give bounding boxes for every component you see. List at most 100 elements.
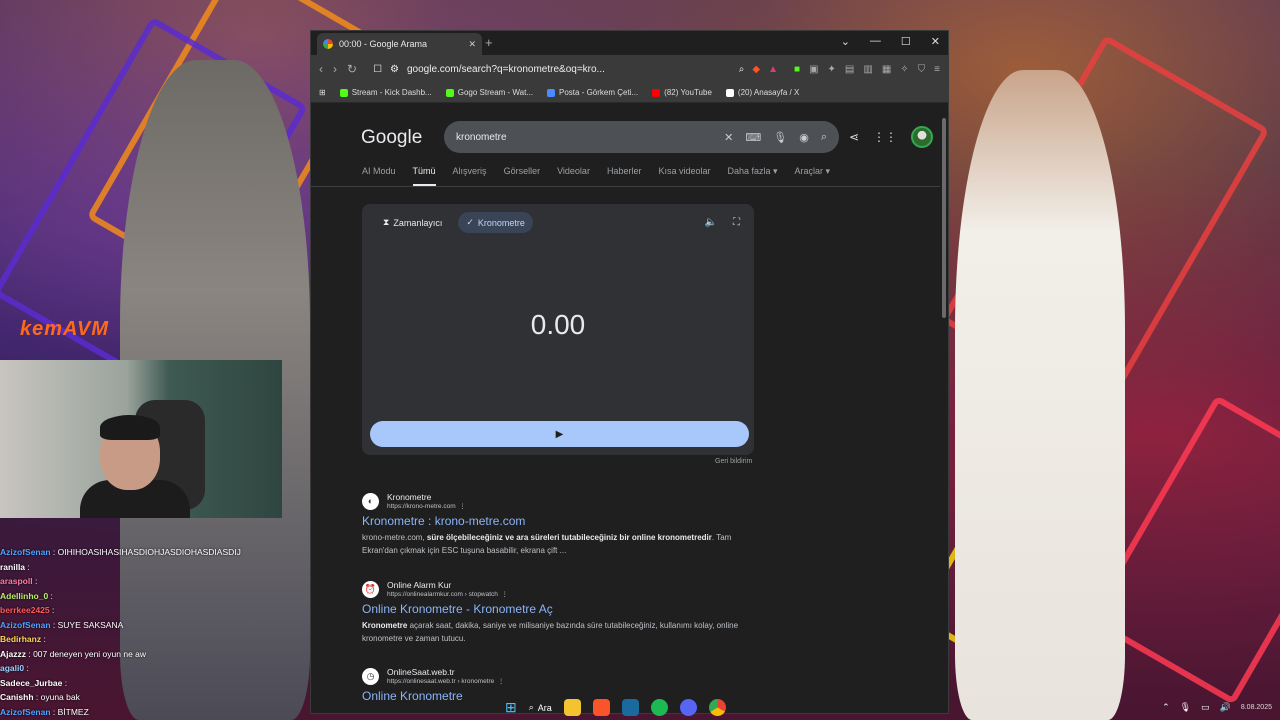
chat-message: Bedirhanz : [0, 634, 46, 644]
shield-icon[interactable]: ⛉ [918, 64, 926, 75]
steam-icon[interactable] [621, 699, 639, 716]
keyboard-icon[interactable]: ⌨ [745, 131, 761, 144]
file-explorer-icon[interactable] [563, 699, 581, 716]
site-info-icon[interactable]: ⚙ [390, 64, 399, 75]
bookmark-item[interactable]: Stream - Kick Dashb... [339, 88, 432, 97]
display-icon[interactable]: ▭ [1201, 702, 1210, 713]
forward-icon[interactable]: › [333, 62, 337, 76]
search-tab[interactable]: Kısa videolar [658, 166, 710, 186]
minimize-icon[interactable]: — [870, 35, 881, 48]
bookmark-item[interactable]: Posta - Görkem Çeti... [547, 88, 638, 97]
search-tab[interactable]: Daha fazla ▾ [727, 166, 777, 186]
google-logo[interactable]: Google [361, 127, 422, 149]
close-tab-icon[interactable]: ✕ [468, 39, 476, 50]
search-tab[interactable]: Haberler [607, 166, 642, 186]
chat-username[interactable]: Ajazzz [0, 649, 26, 659]
extension-icon[interactable]: ▣ [809, 64, 818, 75]
sound-icon[interactable]: 🔈 [705, 217, 717, 228]
search-result: ◷ OnlineSaat.web.tr https://onlinesaat.web… [362, 667, 762, 703]
extension-green-icon[interactable]: ■ [794, 64, 800, 75]
vpn-icon[interactable]: ▦ [882, 64, 891, 75]
search-tab[interactable]: Videolar [557, 166, 590, 186]
back-icon[interactable]: ‹ [319, 62, 323, 76]
start-button[interactable]: ▶ [370, 421, 749, 447]
chat-username[interactable]: agali0 [0, 663, 24, 673]
microphone-icon[interactable]: 🎙 [1180, 702, 1191, 713]
chat-username[interactable]: ranilla [0, 562, 25, 572]
leo-icon[interactable]: ✧ [900, 64, 908, 75]
lens-icon[interactable]: ◉ [799, 131, 809, 144]
tab-list-icon[interactable]: ⌄ [841, 35, 850, 48]
bookmark-item[interactable]: Gogo Stream - Wat... [445, 88, 533, 97]
microphone-icon[interactable]: 🎙 [773, 131, 787, 144]
brave-shields-icon[interactable]: ◆ [752, 64, 760, 75]
result-header[interactable]: ◐ Kronometre https://krono-metre.com ⋮ [362, 492, 762, 510]
result-site-name: OnlineSaat.web.tr [387, 667, 455, 677]
tab-timer[interactable]: ⧗ Zamanlayıcı [375, 212, 450, 233]
chat-username[interactable]: Bedirhanz [0, 634, 41, 644]
extensions-puzzle-icon[interactable]: ✦ [828, 64, 836, 75]
bookmark-item[interactable]: (82) YouTube [652, 88, 712, 97]
stopwatch-time: 0.00 [530, 309, 586, 340]
spotify-icon[interactable] [650, 699, 668, 716]
tab-timer-label: Zamanlayıcı [393, 217, 443, 228]
discord-icon[interactable] [679, 699, 697, 716]
chat-username[interactable]: Canishh [0, 692, 34, 702]
avatar[interactable] [911, 126, 933, 148]
page-scrollbar[interactable] [940, 104, 948, 713]
chat-text: oyuna bak [40, 692, 80, 702]
fullscreen-icon[interactable]: ⛶ [733, 217, 740, 228]
tab-stopwatch[interactable]: ✓ Kronometre [458, 212, 533, 233]
feedback-link[interactable]: Geri bildirim [715, 458, 752, 465]
search-icon[interactable]: ⌕ [821, 131, 827, 144]
scrollbar-thumb[interactable] [942, 118, 946, 318]
maximize-icon[interactable]: ☐ [901, 35, 911, 48]
taskbar-search[interactable]: ⌕ Ara [529, 702, 552, 713]
chat-username[interactable]: araspoll [0, 576, 33, 586]
tray-date[interactable]: 8.08.2025 [1241, 704, 1272, 711]
share-icon[interactable]: ⋖ [849, 130, 859, 144]
apps-grid-icon[interactable]: ⊞ [319, 88, 326, 97]
result-favicon-icon: ⏰ [362, 580, 379, 598]
reload-icon[interactable]: ↻ [347, 62, 357, 76]
result-header[interactable]: ◷ OnlineSaat.web.tr https://onlinesaat.web… [362, 667, 762, 685]
bookmark-icon[interactable]: ☐ [373, 64, 382, 75]
bookmark-item[interactable]: (20) Anasayfa / X [725, 88, 799, 97]
wallet-icon[interactable]: ▤ [845, 64, 854, 75]
google-apps-icon[interactable]: ⋮⋮ [873, 130, 897, 144]
search-tab[interactable]: Alışveriş [453, 166, 487, 186]
system-tray: ⌃ 🎙 ▭ 🔊 8.08.2025 [1140, 694, 1280, 720]
chat-username[interactable]: Sadece_Jurbae [0, 678, 62, 688]
close-window-icon[interactable]: ✕ [931, 35, 940, 48]
volume-icon[interactable]: 🔊 [1220, 702, 1231, 713]
tray-chevron-icon[interactable]: ⌃ [1162, 702, 1170, 713]
brave-rewards-icon[interactable]: ▲ [768, 64, 778, 75]
chrome-icon[interactable] [708, 699, 726, 716]
menu-icon[interactable]: ≡ [934, 64, 940, 75]
clear-icon[interactable]: ✕ [724, 131, 733, 144]
chat-username[interactable]: berrkee2425 [0, 605, 50, 615]
check-icon: ✓ [466, 217, 474, 227]
search-tab[interactable]: AI Modu [362, 166, 396, 186]
chat-username[interactable]: Adellinho_0 [0, 591, 48, 601]
search-tab[interactable]: Tümü [412, 166, 436, 186]
result-title-link[interactable]: Kronometre : krono-metre.com [362, 514, 762, 528]
chat-text: OIHIHOASIHASIHASDIOHJASDIOHASDIASDIJ [57, 547, 241, 557]
chat-username[interactable]: AzizofSenan [0, 620, 51, 630]
result-title-link[interactable]: Online Kronometre - Kronometre Aç [362, 602, 762, 616]
extension-icons: ■ ▣ ✦ ▤ ▥ ▦ ✧ ⛉ ≡ [794, 64, 940, 75]
browser-tab[interactable]: 00:00 - Google Arama ✕ [317, 33, 482, 55]
brave-icon[interactable] [592, 699, 610, 716]
result-header[interactable]: ⏰ Online Alarm Kur https://onlinealarmkur.… [362, 580, 762, 598]
zoom-search-icon[interactable]: ⌕ [739, 64, 745, 75]
chat-message: Sadece_Jurbae : [0, 677, 68, 688]
address-bar[interactable]: ☐ ⚙ google.com/search?q=kronometre&oq=kr… [367, 58, 784, 80]
search-tab[interactable]: Görseller [504, 166, 541, 186]
windows-start-icon[interactable]: ⊞ [505, 699, 517, 716]
search-input[interactable]: kronometre ✕ ⌨ 🎙 ◉ ⌕ [444, 121, 839, 153]
chat-username[interactable]: AzizofSenan [0, 707, 51, 717]
chat-username[interactable]: AzizofSenan [0, 547, 51, 557]
sidebar-icon[interactable]: ▥ [863, 64, 872, 75]
search-tab[interactable]: Araçlar ▾ [795, 166, 831, 186]
new-tab-icon[interactable]: + [485, 35, 493, 50]
